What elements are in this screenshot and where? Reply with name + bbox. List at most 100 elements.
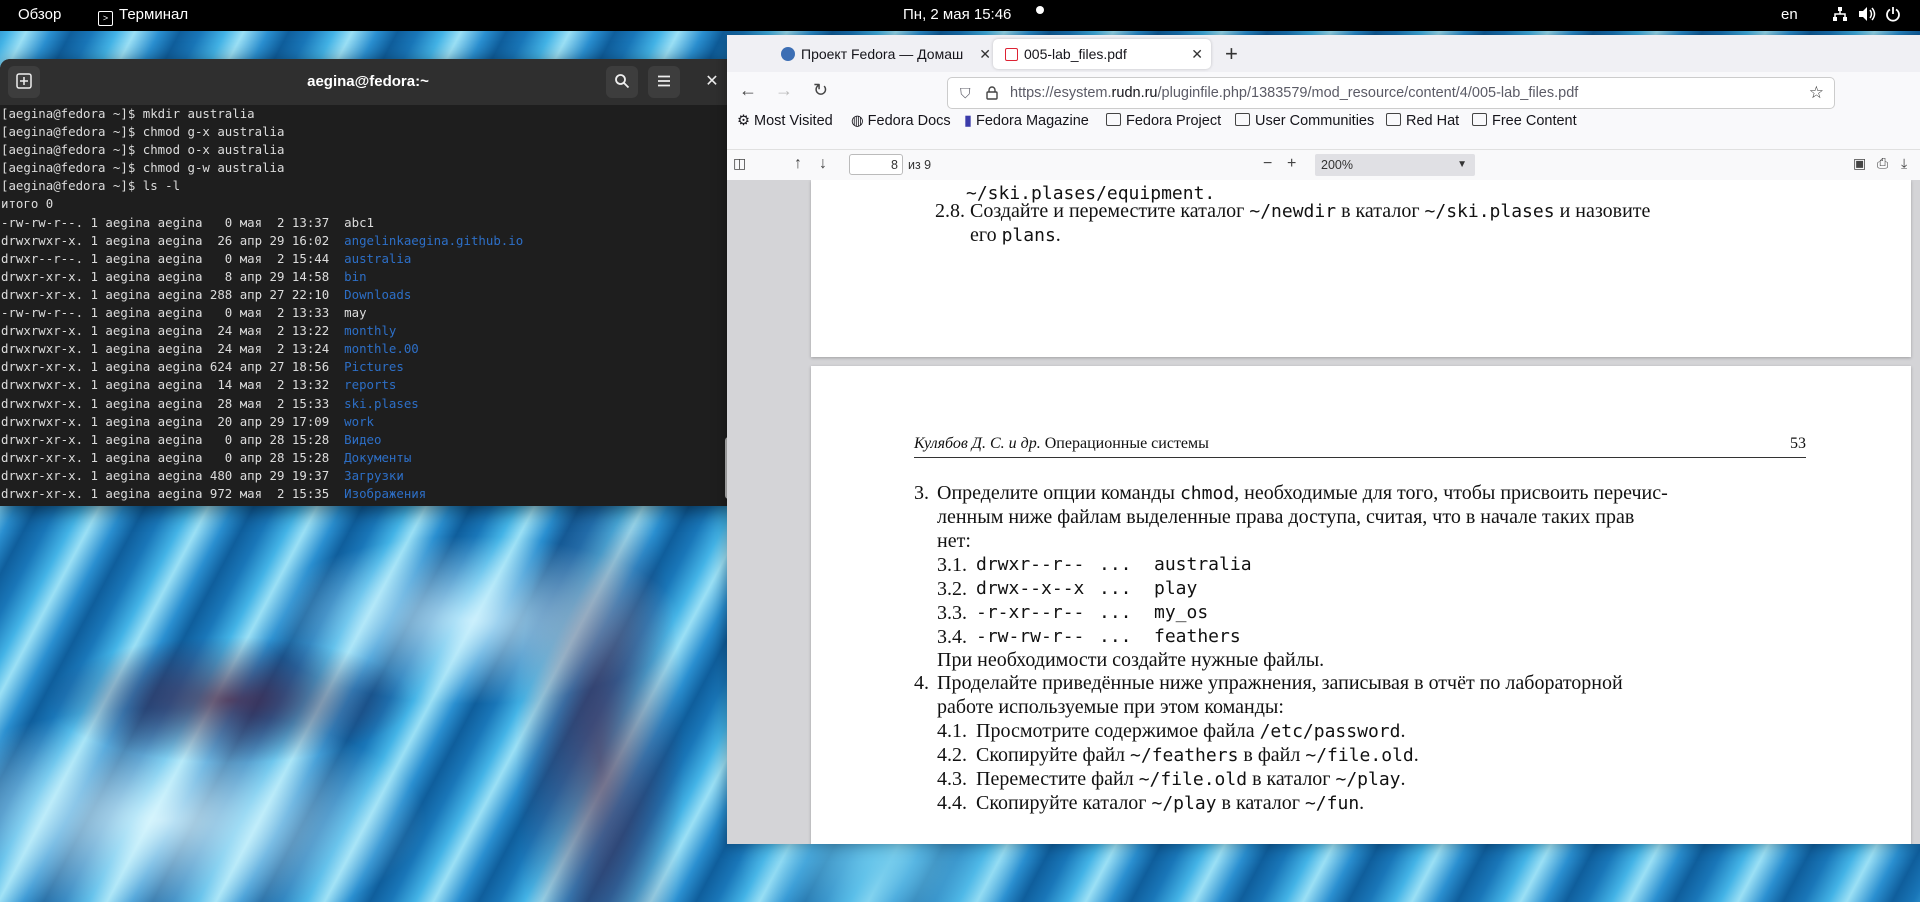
page-count: из 9 [908,158,932,172]
terminal-headerbar: aegina@fedora:~ ✕ [0,59,736,105]
terminal-line: drwxrwxr-x. 1 aegina aegina 20 апр 29 17… [1,413,374,429]
pdf-page-previous: ~/ski.plases/equipment. 2.8. Создайте и … [811,180,1911,357]
directory-name: Изображения [344,485,427,501]
tab-bar: Проект Fedora — Домаш ✕ 005-lab_files.pd… [727,35,1920,72]
back-arrow-icon[interactable]: ← [739,80,757,101]
subitem-text: Скопируйте файл ~/feathers в файл ~/file… [976,744,1419,766]
folder-icon [1235,113,1250,126]
power-icon[interactable] [1885,6,1901,26]
app-menu-button[interactable]: > Терминал [98,6,188,26]
terminal-line: drwxrwxr-x. 1 aegina aegina 28 мая 2 15:… [1,395,419,411]
item-3-line2: ленным ниже файлам выделенные права дост… [937,506,1635,528]
subitem-perm: -r-xr--r-- [976,602,1085,623]
terminal-line: drwxrwxr-x. 1 aegina aegina 24 мая 2 13:… [1,323,397,339]
tab-label: 005-lab_files.pdf [1024,46,1127,62]
subitem-name: my_os [1154,602,1209,623]
tab-label: Проект Fedora — Домаш [801,46,964,62]
directory-name: angelinkaegina.github.io [344,232,524,248]
pdf-page-current: Кулябов Д. С. и др. Операционные системы… [811,366,1911,844]
header-rule [914,457,1806,458]
bookmark-star-icon[interactable]: ☆ [1809,78,1824,108]
print-icon[interactable]: ⎙ [1877,155,1888,172]
folder-icon [1106,113,1121,126]
terminal-line: -rw-rw-r--. 1 aegina aegina 0 мая 2 13:3… [1,305,367,321]
directory-name: bin [344,268,367,284]
subitem-text: Просмотрите содержимое файла /etc/passwo… [976,720,1406,742]
subitem-num: 4.2. [937,744,967,766]
tracking-shield-icon[interactable]: ⛉ [960,78,971,108]
directory-name: Документы [344,449,412,465]
subitem-perm: -rw-rw-r-- [976,626,1085,647]
reload-icon[interactable]: ↻ [813,80,828,101]
bookmark-user-communities[interactable]: User Communities [1235,113,1374,129]
terminal-line: drwxr-xr-x. 1 aegina aegina 480 апр 29 1… [1,467,404,483]
download-icon[interactable]: ⤓ [1901,155,1907,172]
terminal-line: [aegina@fedora ~]$ chmod g-w australia [1,160,285,176]
network-icon[interactable] [1832,6,1848,26]
bookmark-fedora-docs[interactable]: ◍ Fedora Docs [851,113,951,129]
presentation-icon[interactable]: ▣ [1853,155,1866,172]
terminal-line: drwxrwxr-x. 1 aegina aegina 26 апр 29 16… [1,232,524,248]
next-page-icon[interactable]: ↓ [819,155,827,173]
tab-fedora-project[interactable]: Проект Fedora — Домаш ✕ [769,39,999,69]
subitem-num: 3.3. [937,602,967,624]
item-3-line3: нет: [937,530,971,552]
bookmark-red-hat[interactable]: Red Hat [1386,113,1459,129]
activities-button[interactable]: Обзор [18,6,61,23]
zoom-out-icon[interactable]: − [1263,155,1272,173]
directory-name: Downloads [344,286,412,302]
close-button[interactable]: ✕ [696,66,728,98]
terminal-icon: > [98,11,113,26]
terminal-line: -rw-rw-r--. 1 aegina aegina 0 мая 2 13:3… [1,214,374,230]
close-tab-icon[interactable]: ✕ [979,39,991,69]
item-3-number: 3. [914,482,929,504]
subitem-num: 4.1. [937,720,967,742]
bookmark-free-content[interactable]: Free Content [1472,113,1577,129]
clock[interactable]: Пн, 2 мая 15:46 [903,6,1011,23]
terminal-line: drwxr-xr-x. 1 aegina aegina 8 апр 29 14:… [1,268,367,284]
new-tab-plus-icon[interactable]: + [1225,40,1238,68]
subitem-num: 4.4. [937,792,967,814]
subitem-name: feathers [1154,626,1241,647]
subitem-perm: drwxr--r-- [976,554,1085,575]
close-tab-icon[interactable]: ✕ [1191,39,1203,69]
forward-arrow-icon[interactable]: → [775,80,793,101]
bookmark-most-visited[interactable]: ⚙ Most Visited [737,113,833,129]
keyboard-layout-indicator[interactable]: en [1781,6,1798,23]
item-number: 2.8. [935,200,965,222]
subitem-dots: ... [1099,626,1132,647]
navigation-toolbar: ← → ↻ ⛉ https://esystem.rudn.ru/pluginfi… [727,72,1920,110]
directory-name: Pictures [344,359,404,375]
pdf-toolbar: ◫ ↑ ↓ 8 из 9 − + 200% ▼ ▣ ⎙ ⤓ [727,149,1920,181]
hamburger-menu-button[interactable] [648,66,680,98]
item-4-line1: Проделайте приведённые ниже упражнения, … [937,672,1623,694]
terminal-output[interactable]: [aegina@fedora ~]$ mkdir australia [aegin… [1,105,721,506]
item-2-8-text: Создайте и переместите каталог ~/newdir … [970,200,1651,222]
subitem-dots: ... [1099,578,1132,599]
firefox-window: Проект Fedora — Домаш ✕ 005-lab_files.pd… [727,35,1920,844]
zoom-in-icon[interactable]: + [1287,155,1296,173]
subitem-num: 3.4. [937,626,967,648]
subitem-text: Переместите файл ~/file.old в каталог ~/… [976,768,1406,790]
tab-pdf[interactable]: 005-lab_files.pdf ✕ [993,39,1211,69]
terminal-line: drwxrwxr-x. 1 aegina aegina 14 мая 2 13:… [1,377,397,393]
pdf-viewer[interactable]: ~/ski.plases/equipment. 2.8. Создайте и … [727,180,1920,844]
terminal-line: итого 0 [1,196,54,212]
subitem-num: 3.1. [937,554,967,576]
terminal-line: [aegina@fedora ~]$ chmod g-x australia [1,124,285,140]
previous-page-icon[interactable]: ↑ [794,155,802,173]
zoom-select[interactable]: 200% ▼ [1315,154,1475,176]
search-button[interactable] [606,66,638,98]
page-number-input[interactable]: 8 [849,154,903,175]
directory-name: Видео [344,431,382,447]
url-bar[interactable]: ⛉ https://esystem.rudn.ru/pluginfile.php… [947,77,1835,109]
terminal-line: [aegina@fedora ~]$ mkdir australia [1,106,255,121]
terminal-line: drwxr-xr-x. 1 aegina aegina 0 апр 28 15:… [1,431,382,447]
item-2-8-line2: его plans. [970,224,1061,246]
bookmark-fedora-project[interactable]: Fedora Project [1106,113,1221,129]
volume-icon[interactable] [1858,6,1876,26]
terminal-line: drwxr-xr-x. 1 aegina aegina 288 апр 27 2… [1,286,412,302]
bookmark-fedora-magazine[interactable]: ▮ Fedora Magazine [964,113,1089,129]
sidebar-toggle-icon[interactable]: ◫ [733,155,746,172]
lock-icon[interactable] [986,78,998,108]
